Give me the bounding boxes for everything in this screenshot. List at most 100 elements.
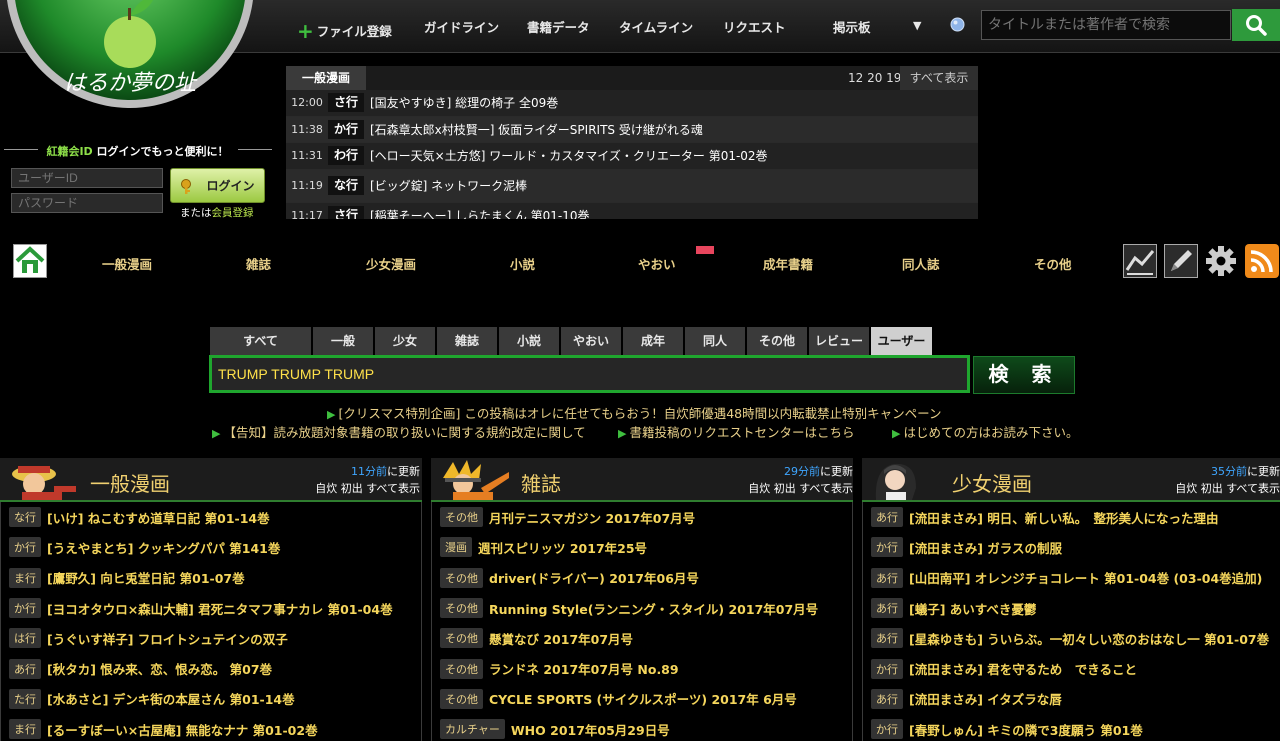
nav-book-data[interactable]: 書籍データ [527, 17, 590, 36]
password-input[interactable] [11, 193, 163, 213]
list-item[interactable]: その他 driver(ドライバー) 2017年06月号 [432, 563, 852, 593]
column-links[interactable]: 自炊 初出 すべて表示 [315, 480, 420, 496]
timeline-title[interactable]: [国友やすゆき] 総理の椅子 全09巻 [370, 94, 558, 111]
list-item[interactable]: あ行 [秋タカ] 恨み来、恋、恨み恋。 第07巻 [1, 653, 421, 683]
search-tab-shoujo[interactable]: 少女 [375, 327, 435, 355]
category-magazine[interactable]: 雑誌 [246, 254, 271, 273]
list-item[interactable]: あ行 [流田まさみ] イタズラな唇 [863, 684, 1280, 714]
notice-request-center[interactable]: ▶ 書籍投稿のリクエストセンターはこちら [618, 422, 854, 441]
list-item[interactable]: その他 懸賞なび 2017年07月号 [432, 623, 852, 653]
item-title[interactable]: CYCLE SPORTS (サイクルスポーツ) 2017年 6月号 [489, 689, 797, 708]
user-id-input[interactable] [11, 168, 163, 188]
nav-file-register[interactable]: + ファイル登録 [297, 17, 392, 43]
site-logo[interactable]: はるか夢の址 [6, 0, 254, 112]
item-title[interactable]: [流田まさみ] イタズラな唇 [909, 689, 1062, 708]
list-item[interactable]: その他 ランドネ 2017年07月号 No.89 [432, 653, 852, 683]
list-item[interactable]: ま行 [鷹野久] 向ヒ兎堂日記 第01-07巻 [1, 563, 421, 593]
item-title[interactable]: [蟻子] あいすべき憂鬱 [909, 599, 1036, 618]
search-button[interactable] [1232, 9, 1280, 41]
list-item[interactable]: か行 [流田まさみ] 君を守るため できること [863, 653, 1280, 683]
list-item[interactable]: その他 CYCLE SPORTS (サイクルスポーツ) 2017年 6月号 [432, 684, 852, 714]
list-item[interactable]: か行 [流田まさみ] ガラスの制服 [863, 532, 1280, 562]
pencil-icon[interactable] [1164, 244, 1198, 278]
list-item[interactable]: カルチャー WHO 2017年05月29日号 [432, 714, 852, 741]
notice-christmas[interactable]: ▶ [クリスマス特別企画] この投稿はオレに任せてもらおう！自炊師優遇48時間以内… [327, 403, 941, 422]
list-item[interactable]: ま行 [るーすぼーい×古屋庵] 無能なナナ 第01-02巻 [1, 714, 421, 741]
category-novel[interactable]: 小説 [510, 254, 535, 273]
list-item[interactable]: その他 Running Style(ランニング・スタイル) 2017年07月号 [432, 593, 852, 623]
search-tab-review[interactable]: レビュー [809, 327, 869, 355]
item-title[interactable]: WHO 2017年05月29日号 [511, 720, 670, 739]
timeline-row[interactable]: 11:38 か行 [石森章太郎x村枝賢一] 仮面ライダーSPIRITS 受け継がれる… [286, 116, 978, 143]
item-title[interactable]: [るーすぼーい×古屋庵] 無能なナナ 第01-02巻 [47, 720, 318, 739]
search-tab-general[interactable]: 一般 [313, 327, 373, 355]
item-title[interactable]: ランドネ 2017年07月号 No.89 [489, 659, 679, 678]
register-link[interactable]: 会員登録 [212, 207, 254, 219]
list-item[interactable]: 漫画 週刊スピリッツ 2017年25号 [432, 532, 852, 562]
login-button[interactable]: ログイン [170, 168, 265, 203]
search-tab-yaoi[interactable]: やおい [561, 327, 621, 355]
list-item[interactable]: あ行 [山田南平] オレンジチョコレート 第01-04巻 (03-04巻追加) [863, 563, 1280, 593]
gear-icon[interactable] [1204, 244, 1238, 278]
column-title[interactable]: 一般漫画 [90, 468, 170, 497]
notice-terms[interactable]: ▶ 【告知】読み放題対象書籍の取り扱いに関する規約改定に関して [212, 422, 586, 441]
main-search-button[interactable]: 検 索 [973, 356, 1075, 394]
category-doujin[interactable]: 同人誌 [902, 254, 940, 273]
category-other[interactable]: その他 [1034, 254, 1072, 273]
item-title[interactable]: [流田まさみ] ガラスの制服 [909, 538, 1062, 557]
item-title[interactable]: Running Style(ランニング・スタイル) 2017年07月号 [489, 599, 818, 618]
category-general-manga[interactable]: 一般漫画 [102, 254, 152, 273]
item-title[interactable]: 懸賞なび 2017年07月号 [489, 629, 633, 648]
list-item[interactable]: あ行 [流田まさみ] 明日、新しい私。 整形美人になった理由 [863, 502, 1280, 532]
chart-icon[interactable] [1123, 244, 1157, 278]
title-author-search-input[interactable] [981, 10, 1231, 40]
item-title[interactable]: [流田まさみ] 明日、新しい私。 整形美人になった理由 [909, 508, 1219, 527]
list-item[interactable]: か行 [ヨコオタウロ×森山大輔] 君死ニタマフ事ナカレ 第01-04巻 [1, 593, 421, 623]
item-title[interactable]: [ヨコオタウロ×森山大輔] 君死ニタマフ事ナカレ 第01-04巻 [47, 599, 393, 618]
list-item[interactable]: た行 [水あさと] デンキ街の本屋さん 第01-14巻 [1, 684, 421, 714]
item-title[interactable]: [いけ] ねこむすめ道草日記 第01-14巻 [47, 508, 270, 527]
list-item[interactable]: その他 月刊テニスマガジン 2017年07月号 [432, 502, 852, 532]
column-links[interactable]: 自炊 初出 すべて表示 [1175, 480, 1280, 496]
item-title[interactable]: [流田まさみ] 君を守るため できること [909, 659, 1137, 678]
list-item[interactable]: な行 [いけ] ねこむすめ道草日記 第01-14巻 [1, 502, 421, 532]
timeline-row[interactable]: 11:19 な行 [ビッグ錠] ネットワーク泥棒 [286, 169, 978, 203]
column-title[interactable]: 少女漫画 [952, 468, 1032, 497]
timeline-title[interactable]: [稲葉そーへー] しらたまくん 第01-10巻 [370, 207, 590, 219]
search-tab-all[interactable]: すべて [210, 327, 311, 355]
item-title[interactable]: [うぐいす祥子] フロイトシュテインの双子 [47, 629, 288, 648]
timeline-tab[interactable]: 一般漫画 [286, 66, 366, 90]
category-shoujo[interactable]: 少女漫画 [366, 254, 416, 273]
timeline-row[interactable]: 11:17 さ行 [稲葉そーへー] しらたまくん 第01-10巻 [286, 203, 978, 219]
list-item[interactable]: は行 [うぐいす祥子] フロイトシュテインの双子 [1, 623, 421, 653]
list-item[interactable]: あ行 [星森ゆきも] ういらぶ。一初々しい恋のおはなし一 第01-07巻 [863, 623, 1280, 653]
rss-icon[interactable] [1245, 244, 1279, 278]
item-title[interactable]: [水あさと] デンキ街の本屋さん 第01-14巻 [47, 689, 295, 708]
search-tab-magazine[interactable]: 雑誌 [437, 327, 497, 355]
column-title[interactable]: 雑誌 [521, 468, 561, 497]
list-item[interactable]: か行 [うえやまとち] クッキングパパ 第141巻 [1, 532, 421, 562]
nav-guideline[interactable]: ガイドライン [424, 17, 499, 36]
nav-request[interactable]: リクエスト [723, 17, 786, 36]
item-title[interactable]: [秋タカ] 恨み来、恋、恨み恋。 第07巻 [47, 659, 272, 678]
search-tab-other[interactable]: その他 [747, 327, 807, 355]
timeline-row[interactable]: 12:00 さ行 [国友やすゆき] 総理の椅子 全09巻 [286, 90, 978, 117]
list-item[interactable]: あ行 [蟻子] あいすべき憂鬱 [863, 593, 1280, 623]
timeline-title[interactable]: [石森章太郎x村枝賢一] 仮面ライダーSPIRITS 受け継がれる魂 [370, 121, 703, 138]
search-tab-doujin[interactable]: 同人 [685, 327, 745, 355]
item-title[interactable]: [山田南平] オレンジチョコレート 第01-04巻 (03-04巻追加) [909, 568, 1262, 587]
item-title[interactable]: [うえやまとち] クッキングパパ 第141巻 [47, 538, 280, 557]
timeline-title[interactable]: [ビッグ錠] ネットワーク泥棒 [370, 177, 527, 194]
timeline-show-all[interactable]: すべて表示 [900, 66, 978, 90]
category-adult[interactable]: 成年書籍 [763, 254, 813, 273]
nav-timeline[interactable]: タイムライン [619, 17, 693, 36]
timeline-row[interactable]: 11:31 わ行 [ヘロー天気×土方悠] ワールド・カスタマイズ・クリエーター 第0… [286, 143, 978, 170]
nav-dropdown-icon[interactable]: ▼ [913, 19, 921, 32]
item-title[interactable]: driver(ドライバー) 2017年06月号 [489, 568, 699, 587]
nav-bbs[interactable]: 掲示板 [833, 17, 871, 36]
item-title[interactable]: [星森ゆきも] ういらぶ。一初々しい恋のおはなし一 第01-07巻 [909, 629, 1269, 648]
list-item[interactable]: か行 [春野しゅん] キミの隣で3度願う 第01巻 [863, 714, 1280, 741]
main-search-input[interactable] [209, 355, 970, 393]
timeline-title[interactable]: [ヘロー天気×土方悠] ワールド・カスタマイズ・クリエーター 第01-02巻 [370, 147, 768, 164]
notice-first-time[interactable]: ▶ はじめての方はお読み下さい。 [892, 422, 1078, 441]
